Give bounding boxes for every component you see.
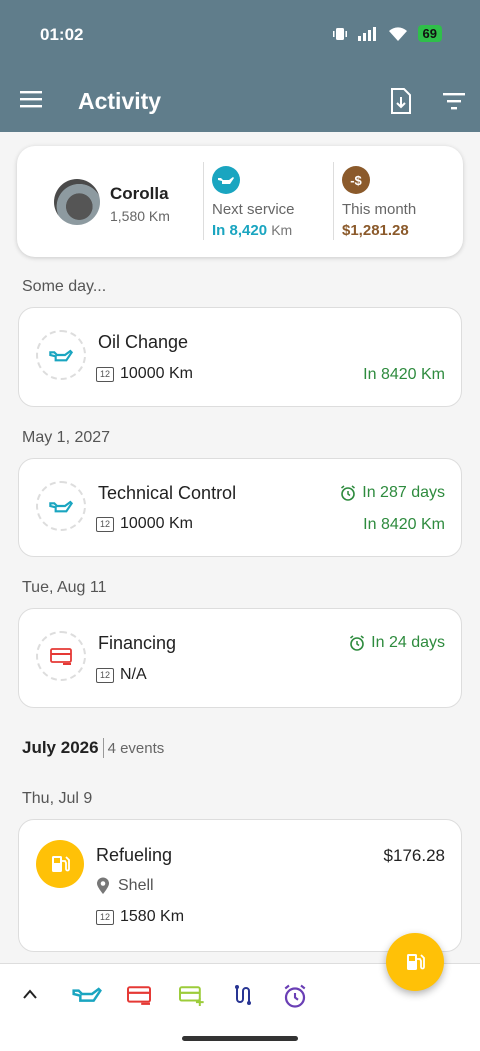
car-mileage: 1,580 Km [110, 208, 170, 224]
odometer-icon: 12 [96, 366, 114, 382]
wifi-icon [388, 26, 407, 41]
month-event-count: 4 events [107, 739, 165, 757]
next-service-distance: In 8,420 [212, 222, 268, 239]
add-expense-icon[interactable] [125, 984, 153, 1006]
due-days-value: In 287 days [362, 484, 445, 501]
car-avatar [54, 179, 100, 225]
event-price: $176.28 [383, 846, 445, 865]
next-service-value: In 8,420 Km [212, 222, 292, 239]
event-odometer: 12 10000 Km [96, 365, 193, 383]
this-month-value: $1,281.28 [342, 222, 409, 239]
add-refuel-fab[interactable] [386, 933, 444, 991]
due-days: In 287 days [340, 484, 445, 502]
event-card-financing[interactable]: Financing 12 N/A In 24 days [18, 608, 462, 708]
battery-indicator: 69 [417, 25, 442, 42]
menu-icon[interactable] [20, 90, 42, 108]
section-date: Thu, Jul 9 [22, 790, 93, 807]
fuel-pump-icon [407, 954, 425, 970]
location-value: Shell [118, 877, 154, 894]
event-title: Technical Control [98, 483, 237, 503]
next-service-label: Next service [212, 201, 295, 218]
vehicle-summary-card[interactable]: Corolla 1,580 Km Next service In 8,420 K… [17, 146, 463, 257]
next-service-unit: Km [271, 222, 293, 238]
money-icon: -$ [342, 166, 370, 194]
alarm-icon [341, 485, 356, 501]
status-icons: 69 [332, 25, 442, 42]
event-card-technical-control[interactable]: Technical Control 12 10000 Km In 287 days… [18, 458, 462, 557]
home-indicator[interactable] [182, 1036, 298, 1041]
divider [203, 162, 204, 240]
event-odometer: 12 N/A [96, 666, 147, 684]
event-title: Oil Change [98, 332, 189, 352]
car-name: Corolla [110, 184, 169, 203]
odometer-value: N/A [120, 666, 147, 683]
alarm-icon[interactable] [283, 984, 307, 1008]
odometer-value: 10000 Km [120, 515, 193, 532]
alarm-icon [350, 635, 365, 651]
app-bar: 01:02 69 Activity [0, 0, 480, 132]
fuel-pump-icon [36, 840, 84, 888]
odometer-value: 10000 Km [120, 365, 193, 382]
add-service-icon[interactable] [72, 984, 102, 1004]
odometer-icon: 12 [96, 667, 114, 683]
event-card-refueling[interactable]: Refueling $176.28 Shell 12 1580 Km [18, 819, 462, 952]
oil-can-icon [36, 330, 86, 380]
section-date: Tue, Aug 11 [22, 579, 107, 596]
status-time: 01:02 [40, 25, 84, 44]
divider [333, 162, 334, 240]
event-title: Financing [98, 633, 177, 653]
route-icon[interactable] [232, 984, 254, 1006]
oil-can-icon [212, 166, 240, 194]
section-date: Some day... [22, 278, 107, 295]
odometer-icon: 12 [96, 516, 114, 532]
vibrate-icon [332, 27, 347, 40]
month-header: July 2026 4 events [22, 738, 164, 758]
signal-icon [357, 26, 376, 41]
due-days: In 24 days [349, 634, 445, 652]
event-odometer: 12 1580 Km [96, 908, 184, 926]
event-title: Refueling [96, 845, 173, 865]
this-month-label: This month [342, 201, 417, 218]
odometer-value: 1580 Km [120, 908, 185, 925]
export-icon[interactable] [390, 88, 412, 114]
section-date: May 1, 2027 [22, 429, 111, 446]
oil-can-icon [36, 481, 86, 531]
odometer-icon: 12 [96, 909, 114, 925]
due-distance: In 8420 Km [363, 366, 445, 383]
due-distance: In 8420 Km [363, 516, 445, 533]
event-card-oil-change[interactable]: Oil Change 12 10000 Km In 8420 Km [18, 307, 462, 407]
divider [102, 738, 104, 758]
finance-card-icon [36, 631, 86, 681]
event-odometer: 12 10000 Km [96, 515, 193, 533]
month-title: July 2026 [22, 738, 99, 757]
chevron-up-icon[interactable] [22, 988, 38, 1000]
filter-icon[interactable] [443, 92, 465, 110]
location-pin-icon [97, 877, 109, 894]
page-title: Activity [78, 88, 162, 114]
event-location: Shell [96, 877, 154, 895]
add-income-icon[interactable] [177, 984, 205, 1006]
due-days-value: In 24 days [371, 634, 445, 651]
